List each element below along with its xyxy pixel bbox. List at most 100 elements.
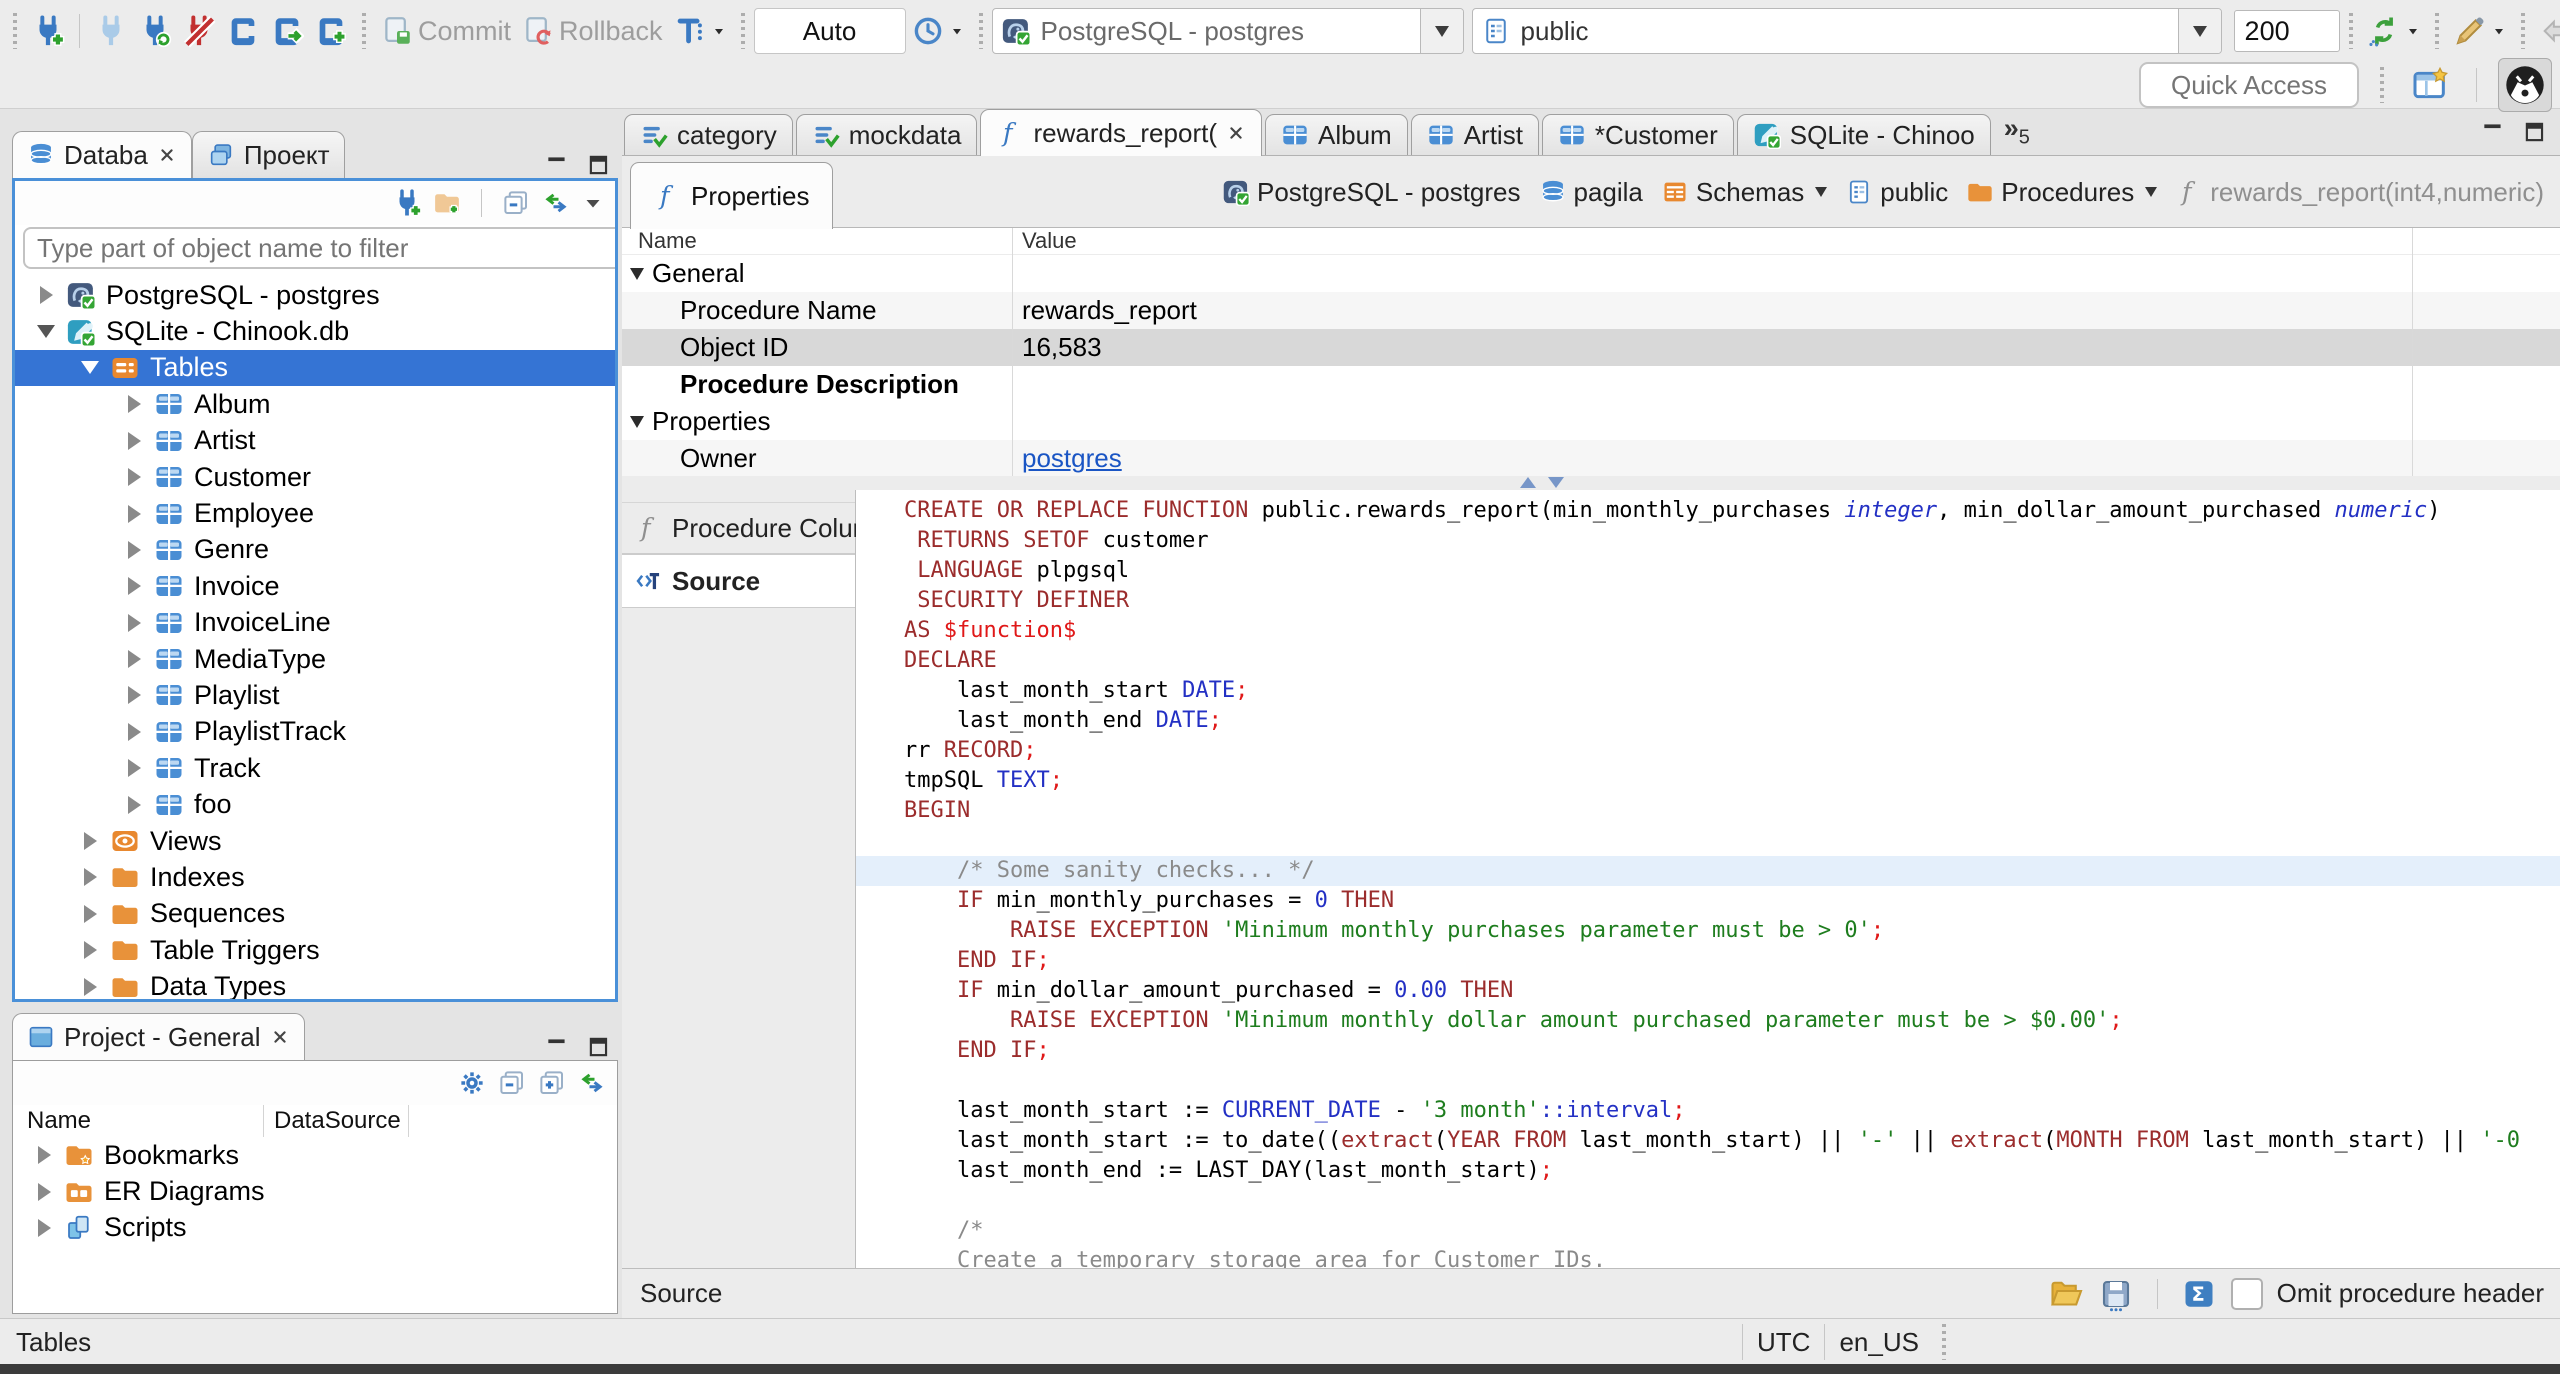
tree-item-table-triggers[interactable]: Table Triggers — [15, 932, 615, 968]
tree-item-employee[interactable]: Employee — [15, 495, 615, 531]
project-item-er-diagrams[interactable]: ER Diagrams — [13, 1173, 617, 1209]
save-to-file-icon[interactable] — [2098, 1276, 2134, 1312]
sash-up-icon[interactable] — [1520, 477, 1536, 488]
close-icon[interactable] — [157, 145, 177, 165]
splitter-sash[interactable] — [622, 476, 2560, 490]
collapse-all-icon[interactable] — [497, 1068, 527, 1098]
object-filter-input[interactable] — [23, 227, 615, 269]
link-with-editor-icon[interactable] — [577, 1068, 607, 1098]
tree-item-tables[interactable]: Tables — [15, 349, 615, 387]
collapse-arrow-icon[interactable] — [77, 355, 103, 381]
expand-arrow-icon[interactable] — [31, 1142, 57, 1168]
column-header-name[interactable]: Name — [13, 1105, 264, 1137]
collapse-arrow-icon[interactable] — [630, 415, 644, 428]
editor-tab-artist[interactable]: Artist — [1410, 114, 1539, 155]
expand-arrow-icon[interactable] — [121, 719, 147, 745]
editor-tab-sqlite-chinoo[interactable]: SQLite - Chinoo — [1736, 114, 1991, 155]
tree-item-playlist[interactable]: Playlist — [15, 677, 615, 713]
property-row-procedure-name[interactable]: Procedure Name rewards_report — [622, 292, 2560, 329]
editor-tab-mockdata[interactable]: mockdata — [795, 114, 978, 155]
connection-combo[interactable]: PostgreSQL - postgres — [991, 8, 1464, 54]
schema-combo-arrow[interactable] — [2177, 9, 2221, 53]
column-header-datasource[interactable]: DataSource — [264, 1105, 409, 1137]
tab-database-navigator[interactable]: Databa — [12, 131, 192, 178]
tree-item-mediatype[interactable]: MediaType — [15, 641, 615, 677]
expand-arrow-icon[interactable] — [121, 573, 147, 599]
editor-tab-customer[interactable]: *Customer — [1541, 114, 1734, 155]
expand-arrow-icon[interactable] — [121, 464, 147, 490]
expand-arrow-icon[interactable] — [121, 646, 147, 672]
project-item-scripts[interactable]: Scripts — [13, 1210, 617, 1246]
link-with-editor-icon[interactable] — [541, 188, 571, 218]
expand-arrow-icon[interactable] — [33, 282, 59, 308]
breadcrumb-pagila[interactable]: pagila — [1539, 177, 1643, 208]
tab-project-general[interactable]: Project - General — [12, 1013, 305, 1060]
expand-arrow-icon[interactable] — [121, 501, 147, 527]
maximize-icon[interactable] — [586, 1034, 612, 1060]
commit-button[interactable]: Commit — [375, 14, 516, 48]
expand-arrow-icon[interactable] — [121, 682, 147, 708]
grid-column-name[interactable]: Name — [622, 228, 1012, 254]
tree-item-invoiceline[interactable]: InvoiceLine — [15, 605, 615, 641]
tab-projects[interactable]: Проект — [191, 131, 345, 178]
chevron-down-icon[interactable] — [2145, 187, 2158, 197]
close-icon[interactable] — [270, 1027, 290, 1047]
tree-item-customer[interactable]: Customer — [15, 459, 615, 495]
disconnect-button[interactable] — [177, 14, 221, 48]
property-row-general[interactable]: General — [622, 255, 2560, 292]
connect-button[interactable] — [89, 14, 133, 48]
property-row-procedure-description[interactable]: Procedure Description — [622, 366, 2560, 403]
minimize-icon[interactable] — [544, 152, 570, 178]
hidden-tabs-chevron[interactable]: 5 — [2004, 113, 2030, 149]
tab-properties[interactable]: f Properties — [630, 162, 833, 229]
tree-item-playlisttrack[interactable]: PlaylistTrack — [15, 714, 615, 750]
transaction-mode-button[interactable] — [668, 14, 732, 48]
fetch-size-input[interactable] — [2233, 10, 2340, 52]
property-value-link[interactable]: postgres — [1022, 443, 1122, 473]
tree-item-foo[interactable]: foo — [15, 786, 615, 822]
expand-arrow-icon[interactable] — [77, 864, 103, 890]
schema-combo[interactable]: public — [1471, 8, 2222, 54]
tab-procedure-columns[interactable]: f Procedure Columns — [622, 503, 902, 554]
new-connection-button[interactable] — [26, 14, 70, 48]
quick-access-input[interactable] — [2139, 62, 2359, 108]
project-item-bookmarks[interactable]: Bookmarks — [13, 1137, 617, 1173]
breadcrumb-schemas[interactable]: Schemas — [1661, 177, 1828, 208]
grid-column-value[interactable]: Value — [1012, 228, 1077, 254]
expand-arrow-icon[interactable] — [77, 828, 103, 854]
status-locale[interactable]: en_US — [1839, 1327, 1919, 1358]
expand-all-icon[interactable] — [537, 1068, 567, 1098]
expand-arrow-icon[interactable] — [121, 610, 147, 636]
tree-item-postgresql-postgres[interactable]: PostgreSQL - postgres — [15, 277, 615, 313]
expand-arrow-icon[interactable] — [121, 755, 147, 781]
transaction-log-button[interactable] — [906, 14, 970, 48]
omit-procedure-header-checkbox[interactable] — [2230, 1277, 2263, 1310]
property-row-object-id[interactable]: Object ID 16,583 — [622, 329, 2560, 366]
load-from-file-icon[interactable] — [2048, 1276, 2084, 1312]
open-sql-console-button[interactable] — [265, 14, 309, 48]
close-tab-icon[interactable] — [1226, 123, 1246, 143]
expand-arrow-icon[interactable] — [121, 391, 147, 417]
back-button[interactable] — [2534, 14, 2560, 48]
status-timezone[interactable]: UTC — [1757, 1327, 1810, 1358]
expand-arrow-icon[interactable] — [121, 428, 147, 454]
sash-down-icon[interactable] — [1548, 477, 1564, 488]
open-perspective-button[interactable] — [2405, 65, 2455, 105]
edit-mode-button[interactable] — [2448, 14, 2512, 48]
editor-tab-rewards-report[interactable]: f rewards_report( — [980, 109, 1262, 156]
new-connection-icon[interactable] — [392, 188, 422, 218]
breadcrumb-postgresql-postgres[interactable]: PostgreSQL - postgres — [1222, 177, 1521, 208]
property-row-properties[interactable]: Properties — [622, 403, 2560, 440]
tree-item-sequences[interactable]: Sequences — [15, 896, 615, 932]
tree-item-album[interactable]: Album — [15, 386, 615, 422]
expand-arrow-icon[interactable] — [31, 1215, 57, 1241]
expand-arrow-icon[interactable] — [77, 901, 103, 927]
expand-arrow-icon[interactable] — [121, 792, 147, 818]
tree-item-data-types[interactable]: Data Types — [15, 968, 615, 999]
expand-arrow-icon[interactable] — [77, 974, 103, 999]
expand-arrow-icon[interactable] — [31, 1179, 57, 1205]
tree-item-artist[interactable]: Artist — [15, 423, 615, 459]
sql-editor-button[interactable] — [221, 14, 265, 48]
maximize-icon[interactable] — [586, 152, 612, 178]
minimize-icon[interactable] — [544, 1034, 570, 1060]
